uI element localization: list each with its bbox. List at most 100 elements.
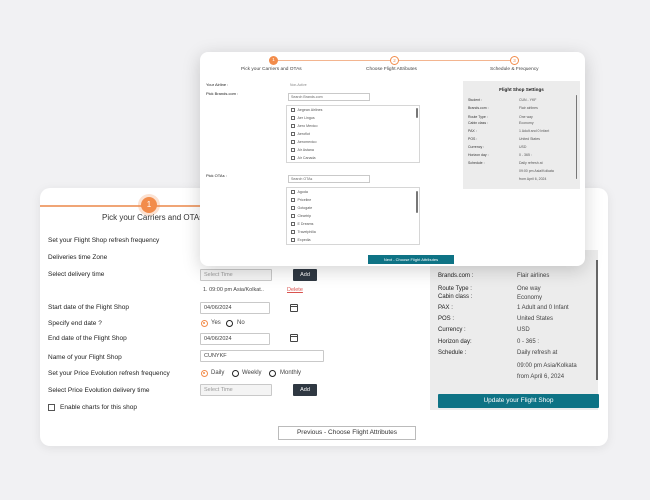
- settings-value: Daily refresh at: [519, 161, 543, 165]
- flight-shop-settings-panel: Flight Shop Settings Student : CUN - YKF…: [463, 81, 580, 189]
- delivery-time-select[interactable]: Select Time: [200, 269, 272, 281]
- search-otas-input[interactable]: Search OTAs: [288, 175, 370, 183]
- update-flight-shop-button[interactable]: Update your Flight Shop: [438, 394, 599, 408]
- step-1-label: Pick your Carriers and OTAs: [241, 67, 302, 72]
- list-item[interactable]: Priceline: [291, 198, 311, 202]
- settings-value: USD: [517, 327, 530, 333]
- settings-value: Economy: [517, 295, 543, 301]
- no-label: No: [237, 320, 245, 326]
- step-progress-line: [274, 60, 390, 61]
- list-item[interactable]: Agoda: [291, 190, 308, 194]
- scrollbar[interactable]: [575, 95, 577, 179]
- settings-key: Schedule :: [438, 350, 467, 356]
- step-2-label: Choose Flight Attributes: [366, 67, 417, 72]
- list-item[interactable]: Cleartrip: [291, 214, 311, 218]
- pick-brands-label: Pick Brands.com :: [206, 91, 239, 96]
- settings-value: United States: [519, 137, 541, 141]
- settings-key: PAX :: [438, 305, 453, 311]
- scrollbar[interactable]: [596, 260, 598, 380]
- search-brands-input[interactable]: Search Brands.com: [288, 93, 370, 101]
- step-1-indicator[interactable]: 1: [141, 197, 157, 213]
- list-item[interactable]: Aeromexico: [291, 140, 316, 144]
- weekly-label: Weekly: [242, 370, 262, 376]
- settings-key: Route Type :: [468, 115, 488, 119]
- scrollbar[interactable]: [416, 191, 418, 213]
- settings-value: 09:00 pm Asia/Kolkata: [517, 363, 577, 369]
- list-item[interactable]: Air Astana: [291, 148, 314, 152]
- settings-value: USD: [519, 145, 527, 149]
- brands-list: Aegean Airlines Aer Lingus Aero Mexico A…: [286, 105, 420, 163]
- list-item[interactable]: E Dreams: [291, 222, 313, 226]
- shop-name-input[interactable]: CUNYKF: [200, 350, 324, 362]
- list-item[interactable]: Aegean Airlines: [291, 108, 322, 112]
- shop-name-label: Name of your Flight Shop: [48, 354, 122, 361]
- settings-value: One way: [519, 115, 533, 119]
- delivery-time-entry: 1. 09:00 pm Asia/Kolkat..: [203, 287, 264, 293]
- daily-label: Daily: [211, 370, 225, 376]
- calendar-icon[interactable]: [290, 334, 298, 342]
- price-delivery-select[interactable]: Select Time: [200, 384, 272, 396]
- list-item[interactable]: Gotogate: [291, 206, 312, 210]
- settings-key: Currency :: [438, 327, 466, 333]
- settings-key: Route Type :: [438, 286, 472, 292]
- settings-key: Cabin class :: [438, 294, 473, 300]
- refresh-frequency-label: Set your Flight Shop refresh frequency: [48, 237, 160, 244]
- list-item[interactable]: Travelphilia: [291, 230, 316, 234]
- enable-charts-label: Enable charts for this shop: [60, 404, 137, 411]
- settings-title: Flight Shop Settings: [499, 87, 544, 92]
- settings-value: 0 - 365 :: [519, 153, 532, 157]
- step-2-indicator[interactable]: 2: [390, 56, 399, 65]
- delivery-time-label: Select delivery time: [48, 271, 105, 278]
- scrollbar[interactable]: [416, 108, 418, 118]
- settings-key: POS :: [468, 137, 478, 141]
- start-date-input[interactable]: 04/06/2024: [200, 302, 270, 314]
- start-date-label: Start date of the Flight Shop: [48, 304, 129, 311]
- settings-value: 1 Adult and 0 Infant: [519, 129, 550, 133]
- settings-value: 1 Adult and 0 Infant: [517, 305, 569, 311]
- delete-time-link[interactable]: Delete: [287, 287, 303, 293]
- settings-value: One way: [517, 286, 541, 292]
- otas-list: Agoda Priceline Gotogate Cleartrip E Dre…: [286, 187, 420, 245]
- calendar-icon[interactable]: [290, 304, 298, 312]
- list-item[interactable]: Expedia: [291, 238, 311, 242]
- settings-key: Brands.com :: [438, 273, 474, 279]
- monthly-label: Monthly: [280, 370, 302, 376]
- add-price-time-button[interactable]: Add: [293, 384, 317, 396]
- list-item[interactable]: Aer Lingus: [291, 116, 315, 120]
- settings-value: United States: [517, 316, 554, 322]
- step-1-label: Pick your Carriers and OTAs: [102, 213, 204, 222]
- weekly-radio[interactable]: [232, 370, 239, 377]
- end-date-no-radio[interactable]: [226, 320, 233, 327]
- end-date-label: End date of the Flight Shop: [48, 335, 127, 342]
- your-airline-label: Your Airline :: [206, 82, 229, 87]
- settings-key: Horizon day:: [438, 339, 472, 345]
- enable-charts-checkbox[interactable]: [48, 404, 55, 411]
- previous-button[interactable]: Previous - Choose Flight Attributes: [278, 426, 416, 440]
- settings-value: from April 6, 2024: [517, 374, 565, 380]
- settings-value: 09:00 pm Asia/Kolkata: [519, 169, 554, 173]
- end-date-yes-radio[interactable]: [201, 320, 208, 327]
- settings-key: Cabin class :: [468, 121, 489, 125]
- settings-key: Brands.com :: [468, 106, 489, 110]
- step-3-label: Schedule & Frequency: [490, 67, 539, 72]
- non-active-label: Non-Active: [290, 83, 307, 87]
- next-button[interactable]: Next - Choose Flight Attributes: [368, 255, 454, 264]
- list-item[interactable]: Air Canada: [291, 156, 315, 160]
- settings-value: from April 6, 2024: [519, 177, 547, 181]
- price-delivery-label: Select Price Evolution delivery time: [48, 387, 150, 394]
- add-delivery-time-button[interactable]: Add: [293, 269, 317, 281]
- list-item[interactable]: Aero Mexico: [291, 124, 317, 128]
- daily-radio[interactable]: [201, 370, 208, 377]
- carriers-card: 1 2 3 Pick your Carriers and OTAs Choose…: [200, 52, 585, 266]
- settings-value: 0 - 365 :: [517, 339, 540, 345]
- settings-key: Student :: [468, 98, 483, 102]
- step-progress-line: [399, 60, 510, 61]
- list-item[interactable]: Aeroflot: [291, 132, 310, 136]
- step-3-indicator[interactable]: 3: [510, 56, 519, 65]
- settings-value: CUN - YKF: [519, 98, 537, 102]
- step-1-indicator[interactable]: 1: [269, 56, 278, 65]
- settings-key: POS :: [438, 316, 455, 322]
- end-date-input[interactable]: 04/06/2024: [200, 333, 270, 345]
- settings-key: Horizon day :: [468, 153, 489, 157]
- monthly-radio[interactable]: [269, 370, 276, 377]
